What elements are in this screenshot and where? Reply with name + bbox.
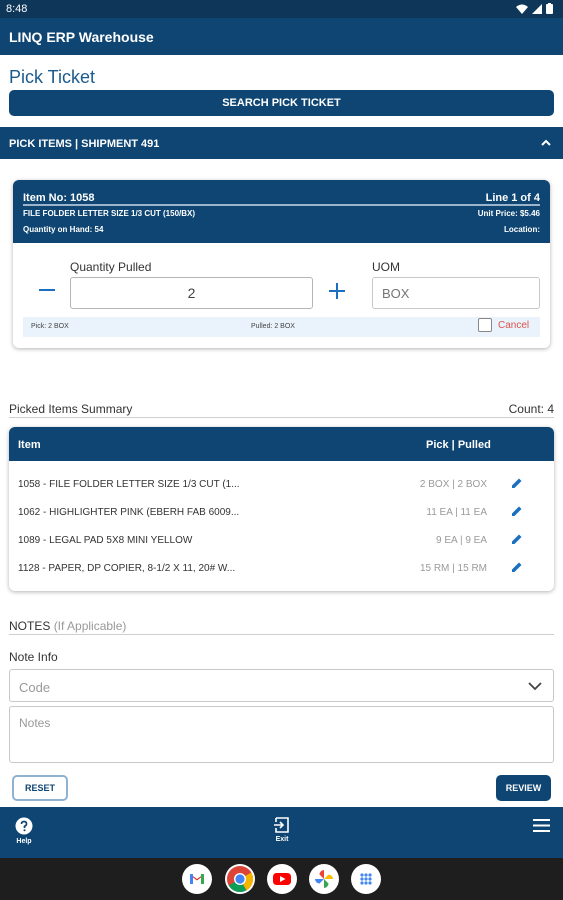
exit-icon — [274, 817, 289, 833]
exit-button[interactable]: Exit — [270, 817, 294, 843]
summary-title: Picked Items Summary — [9, 402, 133, 416]
wifi-icon — [516, 4, 528, 14]
note-info-label: Note Info — [9, 650, 58, 664]
summary-count: Count: 4 — [508, 402, 554, 416]
row-item: 1058 - FILE FOLDER LETTER SIZE 1/3 CUT (… — [18, 479, 240, 490]
row-pick-pulled: 11 EA | 11 EA — [426, 507, 487, 518]
chrome-icon[interactable] — [225, 864, 255, 894]
row-item: 1062 - HIGHLIGHTER PINK (EBERH FAB 6009.… — [18, 507, 240, 518]
row-pick-pulled: 9 EA | 9 EA — [436, 535, 487, 546]
battery-icon — [546, 3, 553, 14]
notes-placeholder: Notes — [19, 716, 51, 730]
app-title: LINQ ERP Warehouse — [9, 29, 154, 45]
notes-textarea[interactable]: Notes — [9, 706, 554, 763]
item-card-header: Item No: 1058 Line 1 of 4 FILE FOLDER LE… — [13, 180, 550, 243]
chevron-down-icon[interactable] — [527, 679, 543, 693]
table-header: Item Pick | Pulled — [9, 427, 554, 461]
review-button[interactable]: REVIEW — [496, 775, 551, 801]
app-bar: LINQ ERP Warehouse — [0, 18, 563, 55]
bottom-nav: Help Exit — [0, 807, 563, 858]
apps-icon[interactable] — [351, 864, 381, 894]
photos-icon[interactable] — [309, 864, 339, 894]
column-pick-pulled: Pick | Pulled — [426, 439, 491, 451]
menu-icon[interactable] — [533, 819, 550, 832]
exit-label: Exit — [275, 836, 289, 843]
summary-divider — [9, 417, 554, 418]
reset-button[interactable]: RESET — [12, 775, 68, 801]
notes-title: NOTES (If Applicable) — [9, 619, 126, 633]
quantity-input[interactable] — [70, 277, 313, 309]
item-number: Item No: 1058 — [23, 192, 95, 204]
notes-heading: NOTES — [9, 619, 51, 633]
current-item-card: Item No: 1058 Line 1 of 4 FILE FOLDER LE… — [13, 180, 550, 348]
search-pick-ticket-button[interactable]: SEARCH PICK TICKET — [9, 90, 554, 116]
row-item: 1128 - PAPER, DP COPIER, 8-1/2 X 11, 20#… — [18, 563, 236, 574]
unit-price: Unit Price: $5.46 — [477, 209, 540, 218]
gmail-icon[interactable] — [182, 864, 212, 894]
page-title: Pick Ticket — [9, 67, 96, 87]
notes-divider — [9, 634, 554, 635]
youtube-icon[interactable] — [267, 864, 297, 894]
line-indicator: Line 1 of 4 — [485, 192, 540, 204]
help-icon — [15, 817, 33, 835]
code-dropdown[interactable]: Code — [9, 669, 554, 702]
item-description: FILE FOLDER LETTER SIZE 1/3 CUT (150/BX) — [23, 209, 196, 218]
decrement-icon[interactable] — [37, 280, 57, 300]
uom-label: UOM — [372, 260, 400, 274]
cancel-label[interactable]: Cancel — [498, 320, 529, 331]
column-item: Item — [18, 439, 41, 451]
help-label: Help — [16, 838, 32, 845]
system-dock — [0, 858, 563, 900]
status-icons — [516, 3, 553, 14]
pick-status-strip: Pick: 2 BOX Pulled: 2 BOX Cancel — [23, 317, 540, 337]
help-button[interactable]: Help — [12, 817, 36, 845]
edit-icon[interactable] — [511, 477, 523, 489]
edit-icon[interactable] — [511, 561, 523, 573]
pick-quantity: Pick: 2 BOX — [31, 323, 69, 330]
pulled-quantity: Pulled: 2 BOX — [251, 323, 295, 330]
picked-items-table: Item Pick | Pulled 1058 - FILE FOLDER LE… — [9, 427, 554, 591]
quantity-pulled-label: Quantity Pulled — [70, 260, 152, 274]
table-row: 1062 - HIGHLIGHTER PINK (EBERH FAB 6009.… — [9, 498, 554, 526]
chevron-up-icon[interactable] — [539, 136, 553, 150]
code-placeholder: Code — [19, 680, 51, 695]
notes-subheading: (If Applicable) — [53, 619, 127, 633]
signal-icon — [532, 3, 542, 14]
table-row: 1089 - LEGAL PAD 5X8 MINI YELLOW 9 EA | … — [9, 526, 554, 554]
increment-icon[interactable] — [327, 281, 347, 301]
edit-icon[interactable] — [511, 505, 523, 517]
section-title: PICK ITEMS | SHIPMENT 491 — [9, 138, 160, 150]
row-item: 1089 - LEGAL PAD 5X8 MINI YELLOW — [18, 535, 193, 546]
quantity-on-hand: Quantity on Hand: 54 — [23, 225, 104, 234]
row-pick-pulled: 15 RM | 15 RM — [419, 563, 487, 574]
uom-input[interactable] — [372, 277, 540, 309]
status-time: 8:48 — [6, 3, 28, 15]
edit-icon[interactable] — [511, 533, 523, 545]
status-bar: 8:48 — [0, 0, 563, 18]
row-pick-pulled: 2 BOX | 2 BOX — [419, 479, 487, 490]
pick-items-header[interactable]: PICK ITEMS | SHIPMENT 491 — [0, 127, 563, 159]
cancel-checkbox[interactable] — [478, 318, 492, 332]
location: Location: — [504, 225, 540, 234]
table-row: 1058 - FILE FOLDER LETTER SIZE 1/3 CUT (… — [9, 470, 554, 498]
header-divider — [23, 204, 540, 206]
table-row: 1128 - PAPER, DP COPIER, 8-1/2 X 11, 20#… — [9, 554, 554, 582]
